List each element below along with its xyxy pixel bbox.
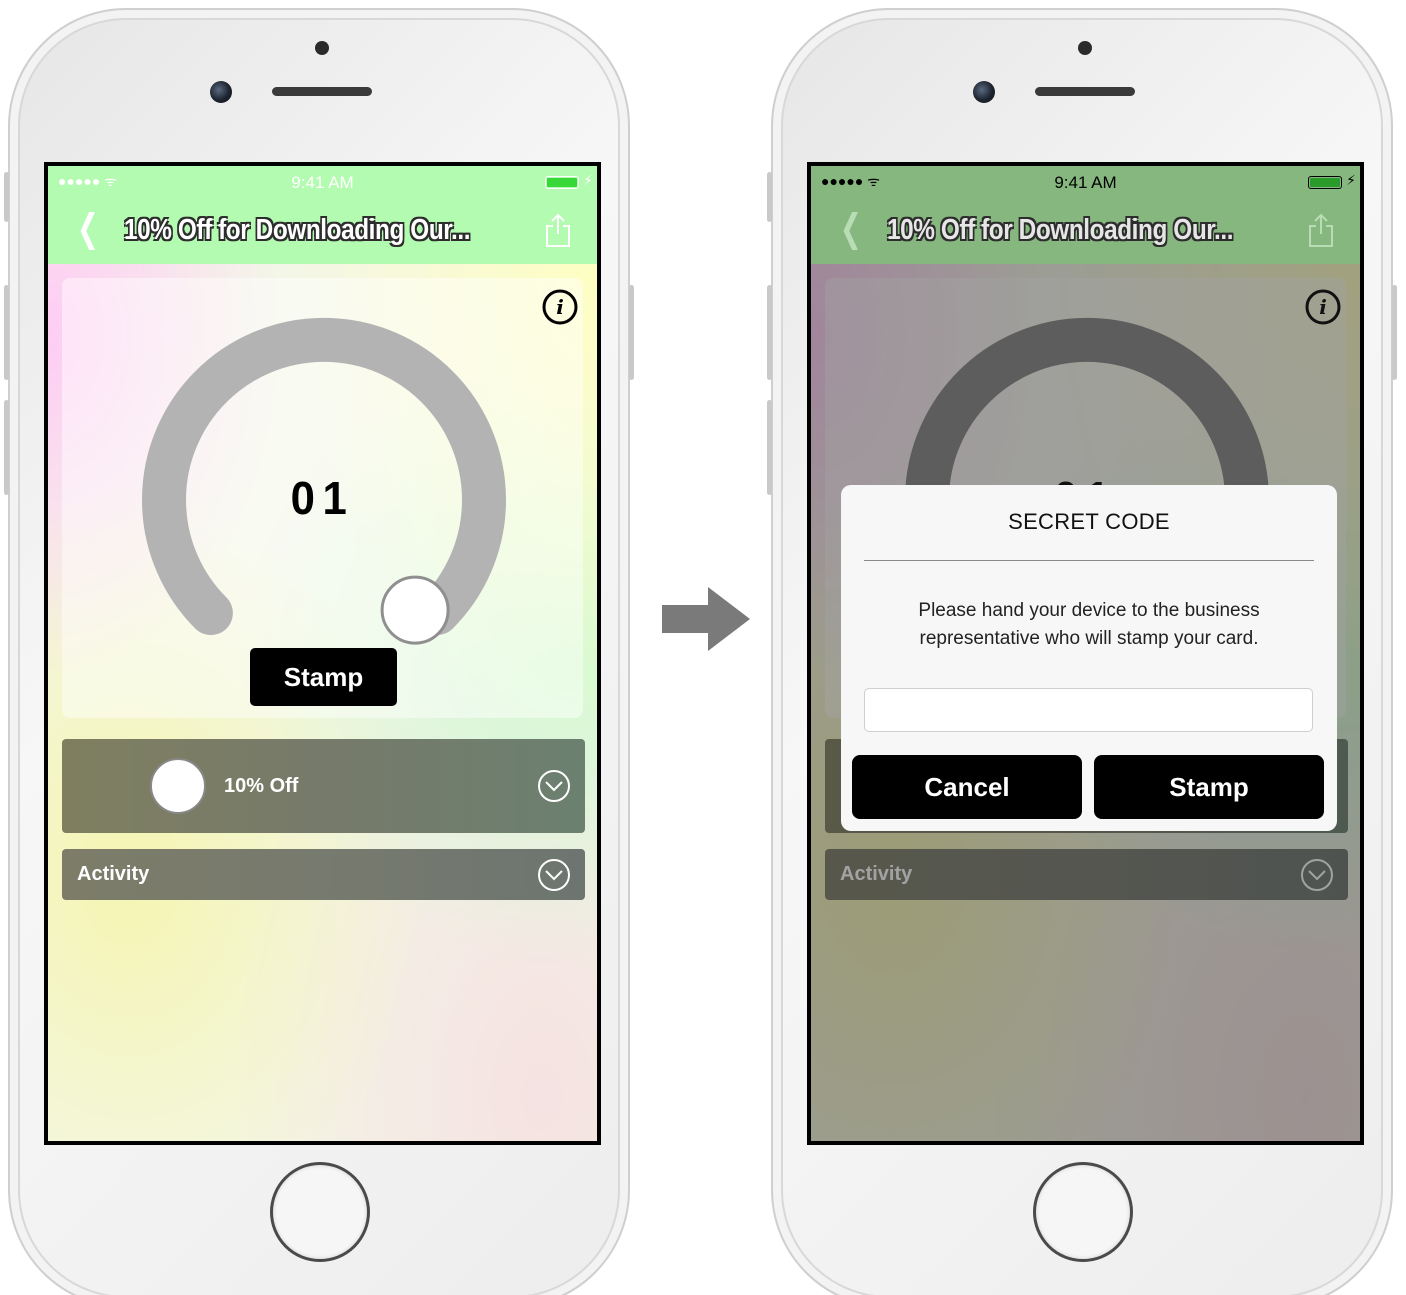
screen-after: ●●●●● ᯤ 9:41 AM ⚡ ❮ 10% Off for Download… — [807, 162, 1364, 1145]
stamp-card: i 01 Stamp — [62, 278, 583, 718]
earpiece-speaker — [272, 87, 372, 96]
status-bar: ●●●●● ᯤ 9:41 AM ⚡ — [48, 166, 597, 198]
activity-label: Activity — [77, 863, 150, 885]
right-arrow-icon — [662, 587, 750, 651]
cancel-button[interactable]: Cancel — [852, 755, 1082, 819]
nav-title: 10% Off for Downloading Our... — [887, 214, 1234, 246]
dialog-title: SECRET CODE — [1008, 509, 1170, 534]
front-camera — [210, 81, 232, 103]
share-icon[interactable] — [545, 212, 571, 248]
volume-up-button — [4, 285, 9, 380]
svg-text:i: i — [556, 295, 564, 319]
stamp-button[interactable]: Stamp — [250, 648, 397, 706]
dialog-message: Please hand your device to the business … — [918, 600, 1260, 649]
secret-code-dialog: SECRET CODE Please hand your device to t… — [841, 485, 1337, 831]
info-icon[interactable]: i — [541, 288, 579, 326]
content-area: i 01 Stamp 10% Off Activity — [48, 264, 597, 1141]
volume-down-button — [4, 400, 9, 495]
home-button — [1033, 1162, 1133, 1262]
activity-row[interactable]: Activity — [62, 849, 585, 900]
confirm-stamp-button[interactable]: Stamp — [1094, 755, 1324, 819]
status-time: 9:41 AM — [1054, 173, 1117, 192]
battery-icon — [1308, 176, 1342, 189]
mute-switch — [767, 172, 772, 222]
reward-badge — [150, 758, 206, 814]
proximity-sensor — [315, 41, 329, 55]
front-camera — [973, 81, 995, 103]
back-chevron-icon: ❮ — [839, 208, 863, 250]
secret-code-input[interactable] — [864, 688, 1313, 732]
status-time: 9:41 AM — [291, 173, 354, 192]
phone-frame-left: ●●●●● ᯤ 9:41 AM ⚡ ❮ 10% Off for Download… — [4, 8, 634, 1295]
nav-bar: ❮ 10% Off for Downloading Our... — [811, 198, 1360, 264]
charging-icon: ⚡ — [1346, 172, 1356, 188]
phone-frame-right: ●●●●● ᯤ 9:41 AM ⚡ ❮ 10% Off for Download… — [767, 8, 1397, 1295]
home-button — [270, 1162, 370, 1262]
back-chevron-icon[interactable]: ❮ — [77, 210, 99, 248]
mute-switch — [4, 172, 9, 222]
gauge-knob — [380, 575, 450, 645]
dialog-divider — [864, 560, 1314, 561]
chevron-down-circle-icon[interactable] — [537, 769, 571, 803]
volume-down-button — [767, 400, 772, 495]
nav-title: 10% Off for Downloading Our... — [124, 214, 471, 246]
volume-up-button — [767, 285, 772, 380]
charging-icon: ⚡ — [583, 172, 593, 188]
status-bar: ●●●●● ᯤ 9:41 AM ⚡ — [811, 166, 1360, 198]
share-icon — [1309, 213, 1333, 247]
chevron-down-circle-icon[interactable] — [537, 858, 571, 892]
earpiece-speaker — [1035, 87, 1135, 96]
stamp-counter: 01 — [290, 472, 355, 524]
power-button — [1392, 285, 1397, 380]
screen-before: ●●●●● ᯤ 9:41 AM ⚡ ❮ 10% Off for Download… — [44, 162, 601, 1145]
battery-icon — [545, 176, 579, 189]
reward-label: 10% Off — [224, 775, 299, 797]
power-button — [629, 285, 634, 380]
nav-bar: ❮ 10% Off for Downloading Our... — [48, 198, 597, 264]
reward-row[interactable]: 10% Off — [62, 739, 585, 833]
proximity-sensor — [1078, 41, 1092, 55]
